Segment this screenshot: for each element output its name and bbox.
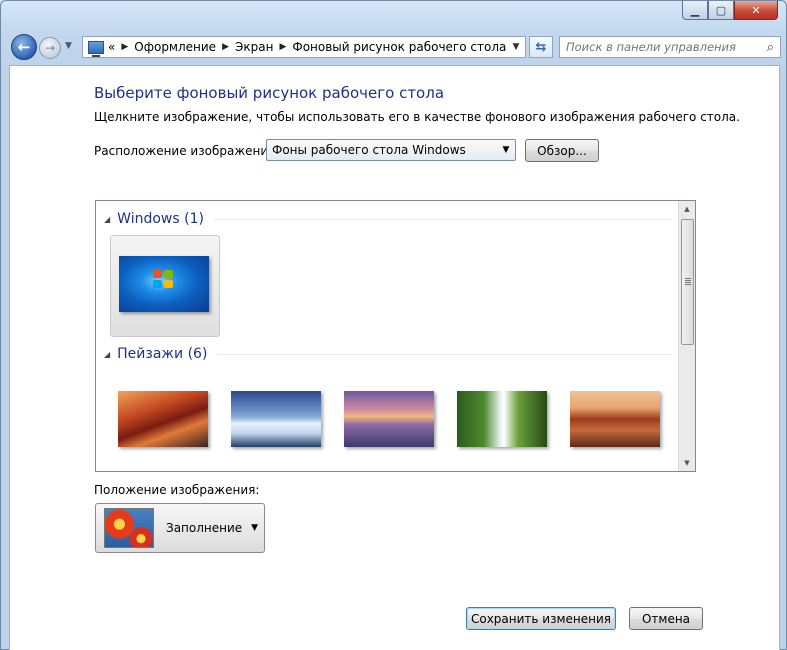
chevron-down-icon: ▼ — [65, 41, 72, 51]
grip-icon — [685, 278, 691, 285]
wallpaper-thumbnail[interactable] — [344, 391, 434, 447]
chevron-down-icon: ▼ — [251, 523, 258, 533]
group-title: Windows (1) — [117, 211, 204, 227]
forward-button[interactable]: → — [39, 37, 61, 59]
windows-logo-icon — [153, 270, 175, 290]
wallpaper-thumbnail[interactable] — [570, 391, 660, 447]
recent-pages-dropdown[interactable]: ▼ — [65, 41, 72, 51]
page-title: Выберите фоновый рисунок рабочего стола — [94, 84, 445, 102]
fill-preview-icon — [104, 508, 154, 548]
group-divider — [217, 353, 672, 355]
chevron-down-icon: ▼ — [502, 145, 510, 155]
refresh-icon: ⇆ — [535, 39, 547, 55]
search-box[interactable]: ⌕ — [559, 36, 781, 58]
group-header-landscapes[interactable]: ◢ Пейзажи (6) — [104, 346, 672, 362]
window-frame: ▁ ▢ ✕ ← → ▼ « ▶ Оформление ▶ Экран ▶ Фон… — [0, 0, 787, 650]
breadcrumb-item-display[interactable]: Экран — [235, 40, 273, 54]
collapse-triangle-icon[interactable]: ◢ — [104, 350, 110, 359]
wallpaper-thumbnail[interactable] — [231, 391, 321, 447]
group-header-windows[interactable]: ◢ Windows (1) — [104, 211, 672, 227]
back-button[interactable]: ← — [11, 34, 37, 60]
scroll-up-icon[interactable]: ▲ — [679, 201, 695, 217]
cancel-button[interactable]: Отмена — [629, 607, 703, 630]
breadcrumb-separator-icon[interactable]: ▶ — [121, 42, 128, 52]
scroll-down-icon[interactable]: ▼ — [679, 455, 695, 471]
breadcrumb-item-appearance[interactable]: Оформление — [134, 40, 216, 54]
save-changes-button[interactable]: Сохранить изменения — [466, 607, 616, 630]
search-input[interactable] — [566, 40, 750, 54]
search-icon[interactable]: ⌕ — [767, 40, 774, 55]
collapse-triangle-icon[interactable]: ◢ — [104, 215, 110, 224]
browse-button[interactable]: Обзор... — [525, 139, 599, 162]
wallpaper-thumbnail[interactable] — [118, 391, 208, 447]
picture-location-label: Расположение изображения: — [94, 144, 280, 158]
breadcrumb-overflow[interactable]: « — [108, 40, 115, 54]
picture-position-label: Положение изображения: — [94, 483, 260, 497]
picture-position-select[interactable]: Заполнение ▼ — [95, 503, 265, 553]
page-subtitle: Щелкните изображение, чтобы использовать… — [94, 110, 740, 124]
breadcrumb-separator-icon[interactable]: ▶ — [279, 42, 286, 52]
scrollbar-thumb[interactable] — [681, 219, 694, 345]
wallpaper-thumbnail[interactable] — [457, 391, 547, 447]
refresh-button[interactable]: ⇆ — [529, 36, 553, 58]
gallery-scrollbar[interactable]: ▲ ▼ — [678, 201, 695, 471]
selected-thumbnail-frame[interactable] — [110, 235, 220, 337]
wallpaper-gallery[interactable]: ◢ Windows (1) ◢ Пейзажи (6) ▲ ▼ — [95, 200, 696, 472]
control-panel-icon — [88, 40, 104, 57]
maximize-button[interactable]: ▢ — [708, 1, 734, 20]
caption-buttons: ▁ ▢ ✕ — [682, 1, 778, 21]
main-content: Выберите фоновый рисунок рабочего стола … — [9, 65, 780, 650]
picture-position-value: Заполнение — [166, 521, 243, 535]
wallpaper-thumbnail-windows[interactable] — [119, 256, 209, 312]
close-button[interactable]: ✕ — [734, 1, 778, 20]
minimize-button[interactable]: ▁ — [682, 1, 708, 20]
group-divider — [213, 218, 672, 220]
arrow-right-icon: → — [44, 41, 56, 55]
picture-location-value: Фоны рабочего стола Windows — [272, 143, 466, 157]
breadcrumb-item-desktop-background[interactable]: Фоновый рисунок рабочего стола — [292, 40, 506, 54]
address-bar[interactable]: « ▶ Оформление ▶ Экран ▶ Фоновый рисунок… — [82, 36, 526, 58]
arrow-left-icon: ← — [17, 38, 31, 56]
navigation-bar: ← → ▼ « ▶ Оформление ▶ Экран ▶ Фоновый р… — [9, 34, 781, 60]
address-dropdown-icon[interactable]: ▼ — [507, 42, 525, 52]
picture-location-select[interactable]: Фоны рабочего стола Windows ▼ — [266, 139, 516, 161]
breadcrumb-separator-icon[interactable]: ▶ — [222, 42, 229, 52]
group-title: Пейзажи (6) — [117, 346, 208, 362]
